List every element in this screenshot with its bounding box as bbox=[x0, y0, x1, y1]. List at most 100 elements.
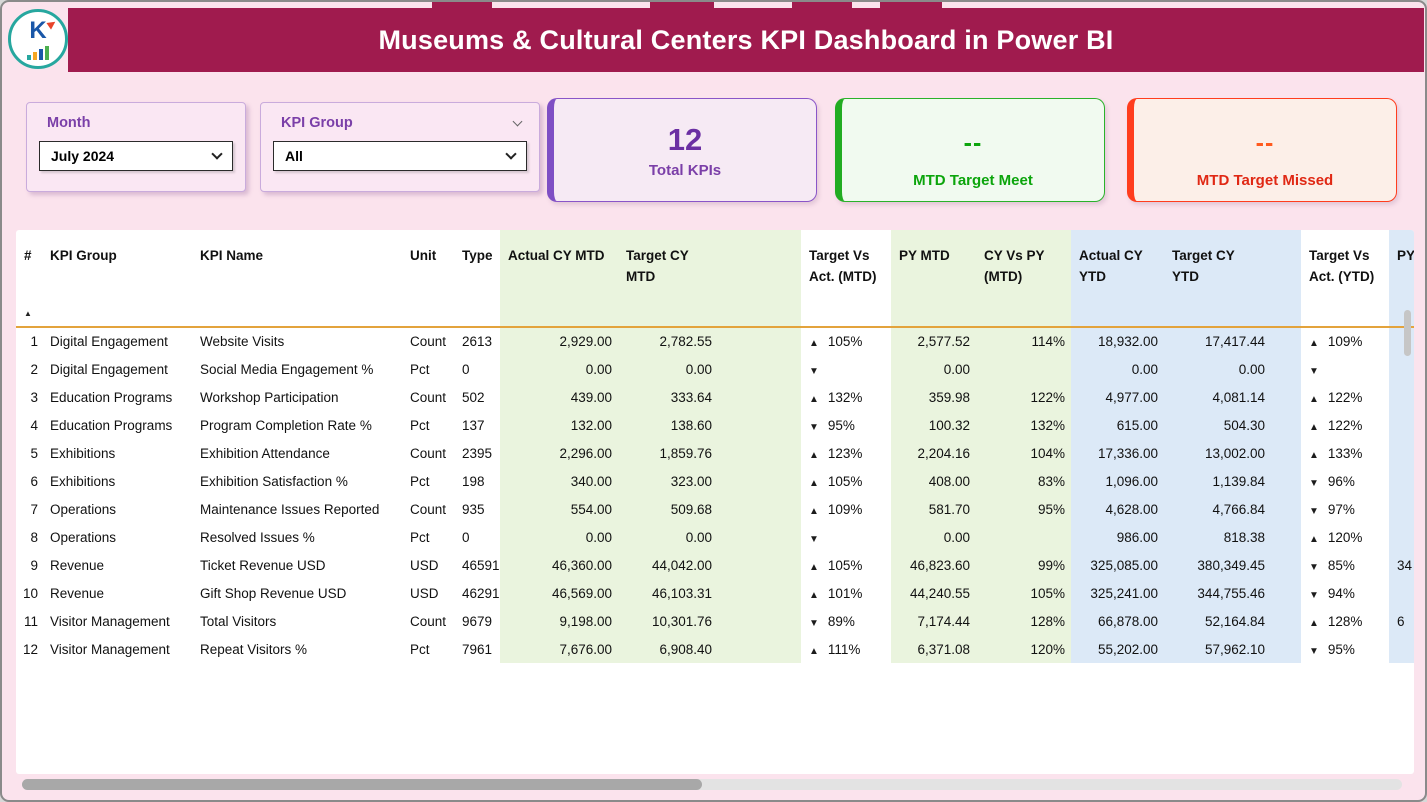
down-arrow-icon: ▼ bbox=[809, 366, 819, 377]
logo-icon: K bbox=[8, 9, 68, 69]
type-cell: 2613 bbox=[454, 327, 500, 355]
actual-cy-ytd-cell: 55,202.00 bbox=[1071, 635, 1164, 663]
target-cy-mtd-cell: 6,908.40 bbox=[618, 635, 718, 663]
actual-cy-mtd-cell: 340.00 bbox=[500, 467, 618, 495]
kpi-table-card: # ▲ KPI Group KPI Name Unit Type Actual … bbox=[16, 230, 1414, 774]
target-vs-act-mtd-cell: ▼89% bbox=[801, 607, 891, 635]
kpi-group-dropdown-value: All bbox=[285, 148, 303, 164]
target-vs-act-ytd-cell: ▲ 128% bbox=[1301, 607, 1389, 635]
py-mtd-cell: 0.00 bbox=[891, 523, 976, 551]
target-vs-actual-percent: 105% bbox=[828, 558, 863, 573]
table-row: 12Visitor ManagementRepeat Visitors %Pct… bbox=[16, 635, 1414, 663]
column-header-target-vs-act-ytd[interactable]: Target Vs Act. (YTD) bbox=[1301, 230, 1389, 327]
column-header-target-cy-ytd[interactable]: Target CY YTD bbox=[1164, 230, 1271, 327]
chevron-down-icon[interactable] bbox=[513, 116, 523, 126]
type-cell: 198 bbox=[454, 467, 500, 495]
kpi-group-dropdown[interactable]: All bbox=[273, 141, 527, 171]
target-vs-actual-percent: 105% bbox=[828, 334, 863, 349]
actual-cy-mtd-cell: 0.00 bbox=[500, 523, 618, 551]
month-dropdown[interactable]: July 2024 bbox=[39, 141, 233, 171]
column-header-actual-cy-ytd[interactable]: Actual CY YTD bbox=[1071, 230, 1164, 327]
month-slicer-label: Month bbox=[47, 115, 90, 131]
target-vs-actual-percent: 89% bbox=[828, 614, 855, 629]
up-arrow-icon: ▲ bbox=[809, 646, 819, 657]
target-cy-ytd-cell: 52,164.84 bbox=[1164, 607, 1271, 635]
target-vs-act-ytd-cell: ▼95% bbox=[1301, 635, 1389, 663]
target-vs-actual-percent: 128% bbox=[1328, 614, 1363, 629]
kpi-name-cell: Ticket Revenue USD bbox=[192, 551, 402, 579]
spacer-cell bbox=[1271, 439, 1301, 467]
vertical-scrollbar-thumb[interactable] bbox=[1404, 310, 1411, 356]
row-number: 3 bbox=[16, 383, 42, 411]
unit-cell: Pct bbox=[402, 467, 454, 495]
up-arrow-icon: ▲ bbox=[1309, 534, 1319, 545]
unit-cell: Pct bbox=[402, 355, 454, 383]
actual-cy-mtd-cell: 2,296.00 bbox=[500, 439, 618, 467]
cy-vs-py-mtd-cell bbox=[976, 355, 1071, 383]
unit-cell: Count bbox=[402, 383, 454, 411]
type-cell: 0 bbox=[454, 355, 500, 383]
unit-cell: Pct bbox=[402, 523, 454, 551]
mtd-target-missed-label: MTD Target Missed bbox=[1197, 172, 1333, 189]
down-arrow-icon: ▼ bbox=[1309, 590, 1319, 601]
down-arrow-icon: ▼ bbox=[1309, 506, 1319, 517]
column-header-type[interactable]: Type bbox=[454, 230, 500, 327]
target-vs-act-mtd-cell: ▲132% bbox=[801, 383, 891, 411]
column-header-unit[interactable]: Unit bbox=[402, 230, 454, 327]
actual-cy-ytd-cell: 4,977.00 bbox=[1071, 383, 1164, 411]
py-mtd-cell: 44,240.55 bbox=[891, 579, 976, 607]
target-vs-actual-percent: 122% bbox=[1328, 390, 1363, 405]
target-vs-actual-percent: 120% bbox=[1328, 530, 1363, 545]
actual-cy-mtd-cell: 46,360.00 bbox=[500, 551, 618, 579]
kpi-name-cell: Exhibition Satisfaction % bbox=[192, 467, 402, 495]
column-header-target-cy-mtd[interactable]: Target CY MTD bbox=[618, 230, 718, 327]
py-mtd-cell: 359.98 bbox=[891, 383, 976, 411]
column-header-actual-cy-mtd[interactable]: Actual CY MTD bbox=[500, 230, 618, 327]
py-mtd-cell: 100.32 bbox=[891, 411, 976, 439]
horizontal-scrollbar-track[interactable] bbox=[22, 779, 1402, 790]
target-cy-mtd-cell: 10,301.76 bbox=[618, 607, 718, 635]
horizontal-scrollbar-thumb[interactable] bbox=[22, 779, 702, 790]
spacer-cell bbox=[718, 327, 801, 355]
spacer-cell bbox=[1271, 551, 1301, 579]
spacer-cell bbox=[718, 635, 801, 663]
column-header-kpi-group[interactable]: KPI Group bbox=[42, 230, 192, 327]
unit-cell: Count bbox=[402, 607, 454, 635]
target-vs-actual-percent: 111% bbox=[828, 642, 861, 657]
target-vs-act-mtd-cell: ▲101% bbox=[801, 579, 891, 607]
column-header-kpi-name[interactable]: KPI Name bbox=[192, 230, 402, 327]
spacer-cell bbox=[718, 355, 801, 383]
column-header-num[interactable]: # ▲ bbox=[16, 230, 42, 327]
target-vs-act-mtd-cell: ▼95% bbox=[801, 411, 891, 439]
column-header-py-mtd[interactable]: PY MTD bbox=[891, 230, 976, 327]
spacer-cell bbox=[1271, 327, 1301, 355]
target-vs-act-mtd-cell: ▲109% bbox=[801, 495, 891, 523]
py-mtd-cell: 2,204.16 bbox=[891, 439, 976, 467]
table-row: 2Digital EngagementSocial Media Engageme… bbox=[16, 355, 1414, 383]
table-header-row: # ▲ KPI Group KPI Name Unit Type Actual … bbox=[16, 230, 1414, 327]
unit-cell: USD bbox=[402, 579, 454, 607]
cy-vs-py-mtd-cell: 120% bbox=[976, 635, 1071, 663]
row-number: 2 bbox=[16, 355, 42, 383]
type-cell: 46591 bbox=[454, 551, 500, 579]
target-cy-mtd-cell: 323.00 bbox=[618, 467, 718, 495]
mtd-target-missed-card: -- MTD Target Missed bbox=[1127, 98, 1397, 202]
row-number: 4 bbox=[16, 411, 42, 439]
actual-cy-mtd-cell: 2,929.00 bbox=[500, 327, 618, 355]
kpi-name-cell: Program Completion Rate % bbox=[192, 411, 402, 439]
kpi-table: # ▲ KPI Group KPI Name Unit Type Actual … bbox=[16, 230, 1414, 663]
sort-ascending-icon: ▲ bbox=[24, 308, 32, 320]
table-row: 5ExhibitionsExhibition AttendanceCount23… bbox=[16, 439, 1414, 467]
column-header-spacer-ytd bbox=[1271, 230, 1301, 327]
up-arrow-icon: ▲ bbox=[1309, 618, 1319, 629]
target-vs-act-mtd-cell: ▲105% bbox=[801, 327, 891, 355]
target-cy-ytd-cell: 17,417.44 bbox=[1164, 327, 1271, 355]
target-cy-ytd-cell: 504.30 bbox=[1164, 411, 1271, 439]
target-vs-actual-percent: 133% bbox=[1328, 446, 1363, 461]
target-vs-actual-percent: 96% bbox=[1328, 474, 1355, 489]
unit-cell: Count bbox=[402, 495, 454, 523]
cy-vs-py-mtd-cell: 105% bbox=[976, 579, 1071, 607]
column-header-target-vs-act-mtd[interactable]: Target Vs Act. (MTD) bbox=[801, 230, 891, 327]
target-vs-act-ytd-cell: ▼94% bbox=[1301, 579, 1389, 607]
column-header-cy-vs-py-mtd[interactable]: CY Vs PY (MTD) bbox=[976, 230, 1071, 327]
